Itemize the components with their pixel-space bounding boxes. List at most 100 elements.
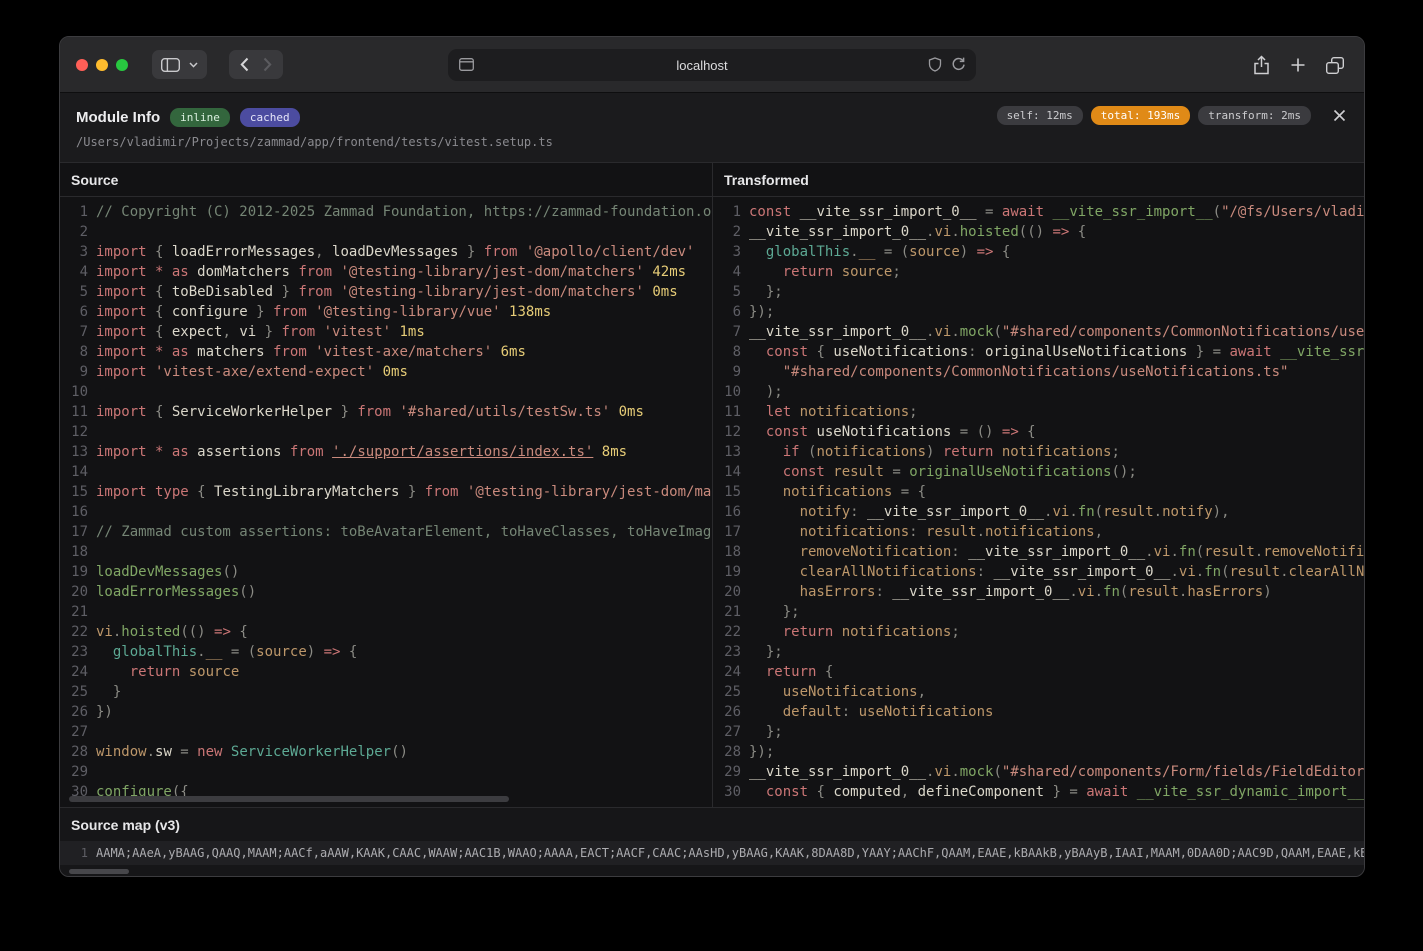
code-token: defineComponent [918, 784, 1044, 800]
code-token: . [147, 744, 155, 760]
line-number: 20 [60, 582, 88, 602]
horizontal-scrollbar[interactable] [69, 796, 509, 802]
code-line: 18 [60, 542, 712, 562]
code-token: from [298, 284, 332, 300]
code-token: } [399, 484, 424, 500]
close-button[interactable] [1331, 107, 1348, 124]
code-token: ; [892, 264, 900, 280]
code-token: useNotifications [808, 424, 960, 440]
code-token: toBeDisabled [172, 284, 273, 300]
line-number: 3 [713, 242, 741, 262]
traffic-zoom-icon[interactable] [116, 59, 128, 71]
code-line: 21 [60, 602, 712, 622]
line-number: 21 [713, 602, 741, 622]
module-info-header: Module Info inline cached /Users/vladimi… [60, 93, 1364, 163]
transformed-code[interactable]: 1const __vite_ssr_import_0__ = await __v… [713, 197, 1364, 807]
line-number: 13 [713, 442, 741, 462]
privacy-shield-icon[interactable] [928, 57, 942, 72]
code-line: 4import * as domMatchers from '@testing-… [60, 262, 712, 282]
code-token: } [248, 304, 273, 320]
line-number: 4 [60, 262, 88, 282]
code-token: '@testing-library/jest-dom/matchers' [458, 484, 712, 500]
source-map-title: Source map (v3) [60, 808, 1364, 841]
code-token: import [96, 284, 147, 300]
code-token: ; [909, 404, 917, 420]
code-token: }); [749, 744, 774, 760]
code-line: 17// Zammad custom assertions: toBeAvata… [60, 522, 712, 542]
line-number: 12 [713, 422, 741, 442]
code-line: 3 globalThis.__ = (source) => { [713, 242, 1364, 262]
code-line: 26 default: useNotifications [713, 702, 1364, 722]
back-button[interactable] [240, 57, 249, 72]
code-line: 23 globalThis.__ = (source) => { [60, 642, 712, 662]
share-button[interactable] [1253, 55, 1270, 75]
forward-button[interactable] [263, 57, 272, 72]
code-line: 10 [60, 382, 712, 402]
code-token [749, 724, 766, 740]
toolbar-right-actions [1253, 37, 1344, 93]
code-token: (() [1019, 224, 1053, 240]
code-line: 27 }; [713, 722, 1364, 742]
line-number: 19 [713, 562, 741, 582]
code-token: __vite_ssr_import_0__ [749, 224, 926, 240]
module-link[interactable]: './support/assertions/index.ts' [332, 444, 593, 460]
code-line: 21 }; [713, 602, 1364, 622]
code-token: ) [307, 644, 324, 660]
code-token: 0ms [644, 284, 678, 300]
code-token [749, 704, 783, 720]
code-panels: Source 1// Copyright (C) 2012-2025 Zamma… [60, 163, 1364, 807]
code-token: }; [766, 644, 783, 660]
code-token [749, 424, 766, 440]
code-token: __vite_ssr_import_0__ [749, 324, 926, 340]
tab-overview-button[interactable] [1326, 57, 1344, 74]
sidebar-toggle-button[interactable] [152, 50, 207, 79]
address-bar[interactable]: localhost [448, 49, 976, 81]
code-token: . [197, 644, 205, 660]
traffic-minimize-icon[interactable] [96, 59, 108, 71]
code-token: { [808, 784, 833, 800]
line-number: 27 [60, 722, 88, 742]
traffic-close-icon[interactable] [76, 59, 88, 71]
code-token: hoisted [960, 224, 1019, 240]
code-token: } [273, 284, 298, 300]
code-token: computed [833, 784, 900, 800]
code-line: 6import { configure } from '@testing-lib… [60, 302, 712, 322]
code-token [749, 484, 783, 500]
code-line: 18 removeNotification: __vite_ssr_import… [713, 542, 1364, 562]
code-line: 2 [60, 222, 712, 242]
code-token: new [197, 744, 222, 760]
code-line: 20 hasErrors: __vite_ssr_import_0__.vi.f… [713, 582, 1364, 602]
code-token: return [943, 444, 994, 460]
code-token: vi [934, 224, 951, 240]
reload-icon[interactable] [951, 56, 966, 72]
code-token [749, 384, 766, 400]
code-token: import [96, 444, 147, 460]
code-token: = { [892, 484, 926, 500]
code-token: __vite_ssr_dynamic_import__ [1137, 784, 1364, 800]
code-token: notifications [985, 524, 1095, 540]
line-number: 9 [60, 362, 88, 382]
line-number: 17 [60, 522, 88, 542]
line-number: 6 [713, 302, 741, 322]
code-token: vi [96, 624, 113, 640]
code-token: result [1230, 564, 1281, 580]
code-token: . [1145, 544, 1153, 560]
line-number: 28 [60, 742, 88, 762]
code-line: 1const __vite_ssr_import_0__ = await __v… [713, 202, 1364, 222]
code-token: "#shared/components/CommonNotifications/… [783, 364, 1289, 380]
code-token: , [901, 784, 918, 800]
inline-badge: inline [170, 108, 230, 127]
code-token [749, 664, 766, 680]
source-map-scrollbar[interactable] [69, 869, 129, 874]
code-token: import [96, 264, 147, 280]
code-token: } [113, 684, 121, 700]
source-code[interactable]: 1// Copyright (C) 2012-2025 Zammad Found… [60, 197, 712, 807]
code-token: assertions [189, 444, 290, 460]
line-number: 30 [713, 782, 741, 802]
new-tab-button[interactable] [1290, 57, 1306, 73]
code-token: result [1128, 584, 1179, 600]
code-token: import [96, 304, 147, 320]
code-token: from [273, 304, 307, 320]
code-token [324, 444, 332, 460]
code-token: import [96, 364, 147, 380]
